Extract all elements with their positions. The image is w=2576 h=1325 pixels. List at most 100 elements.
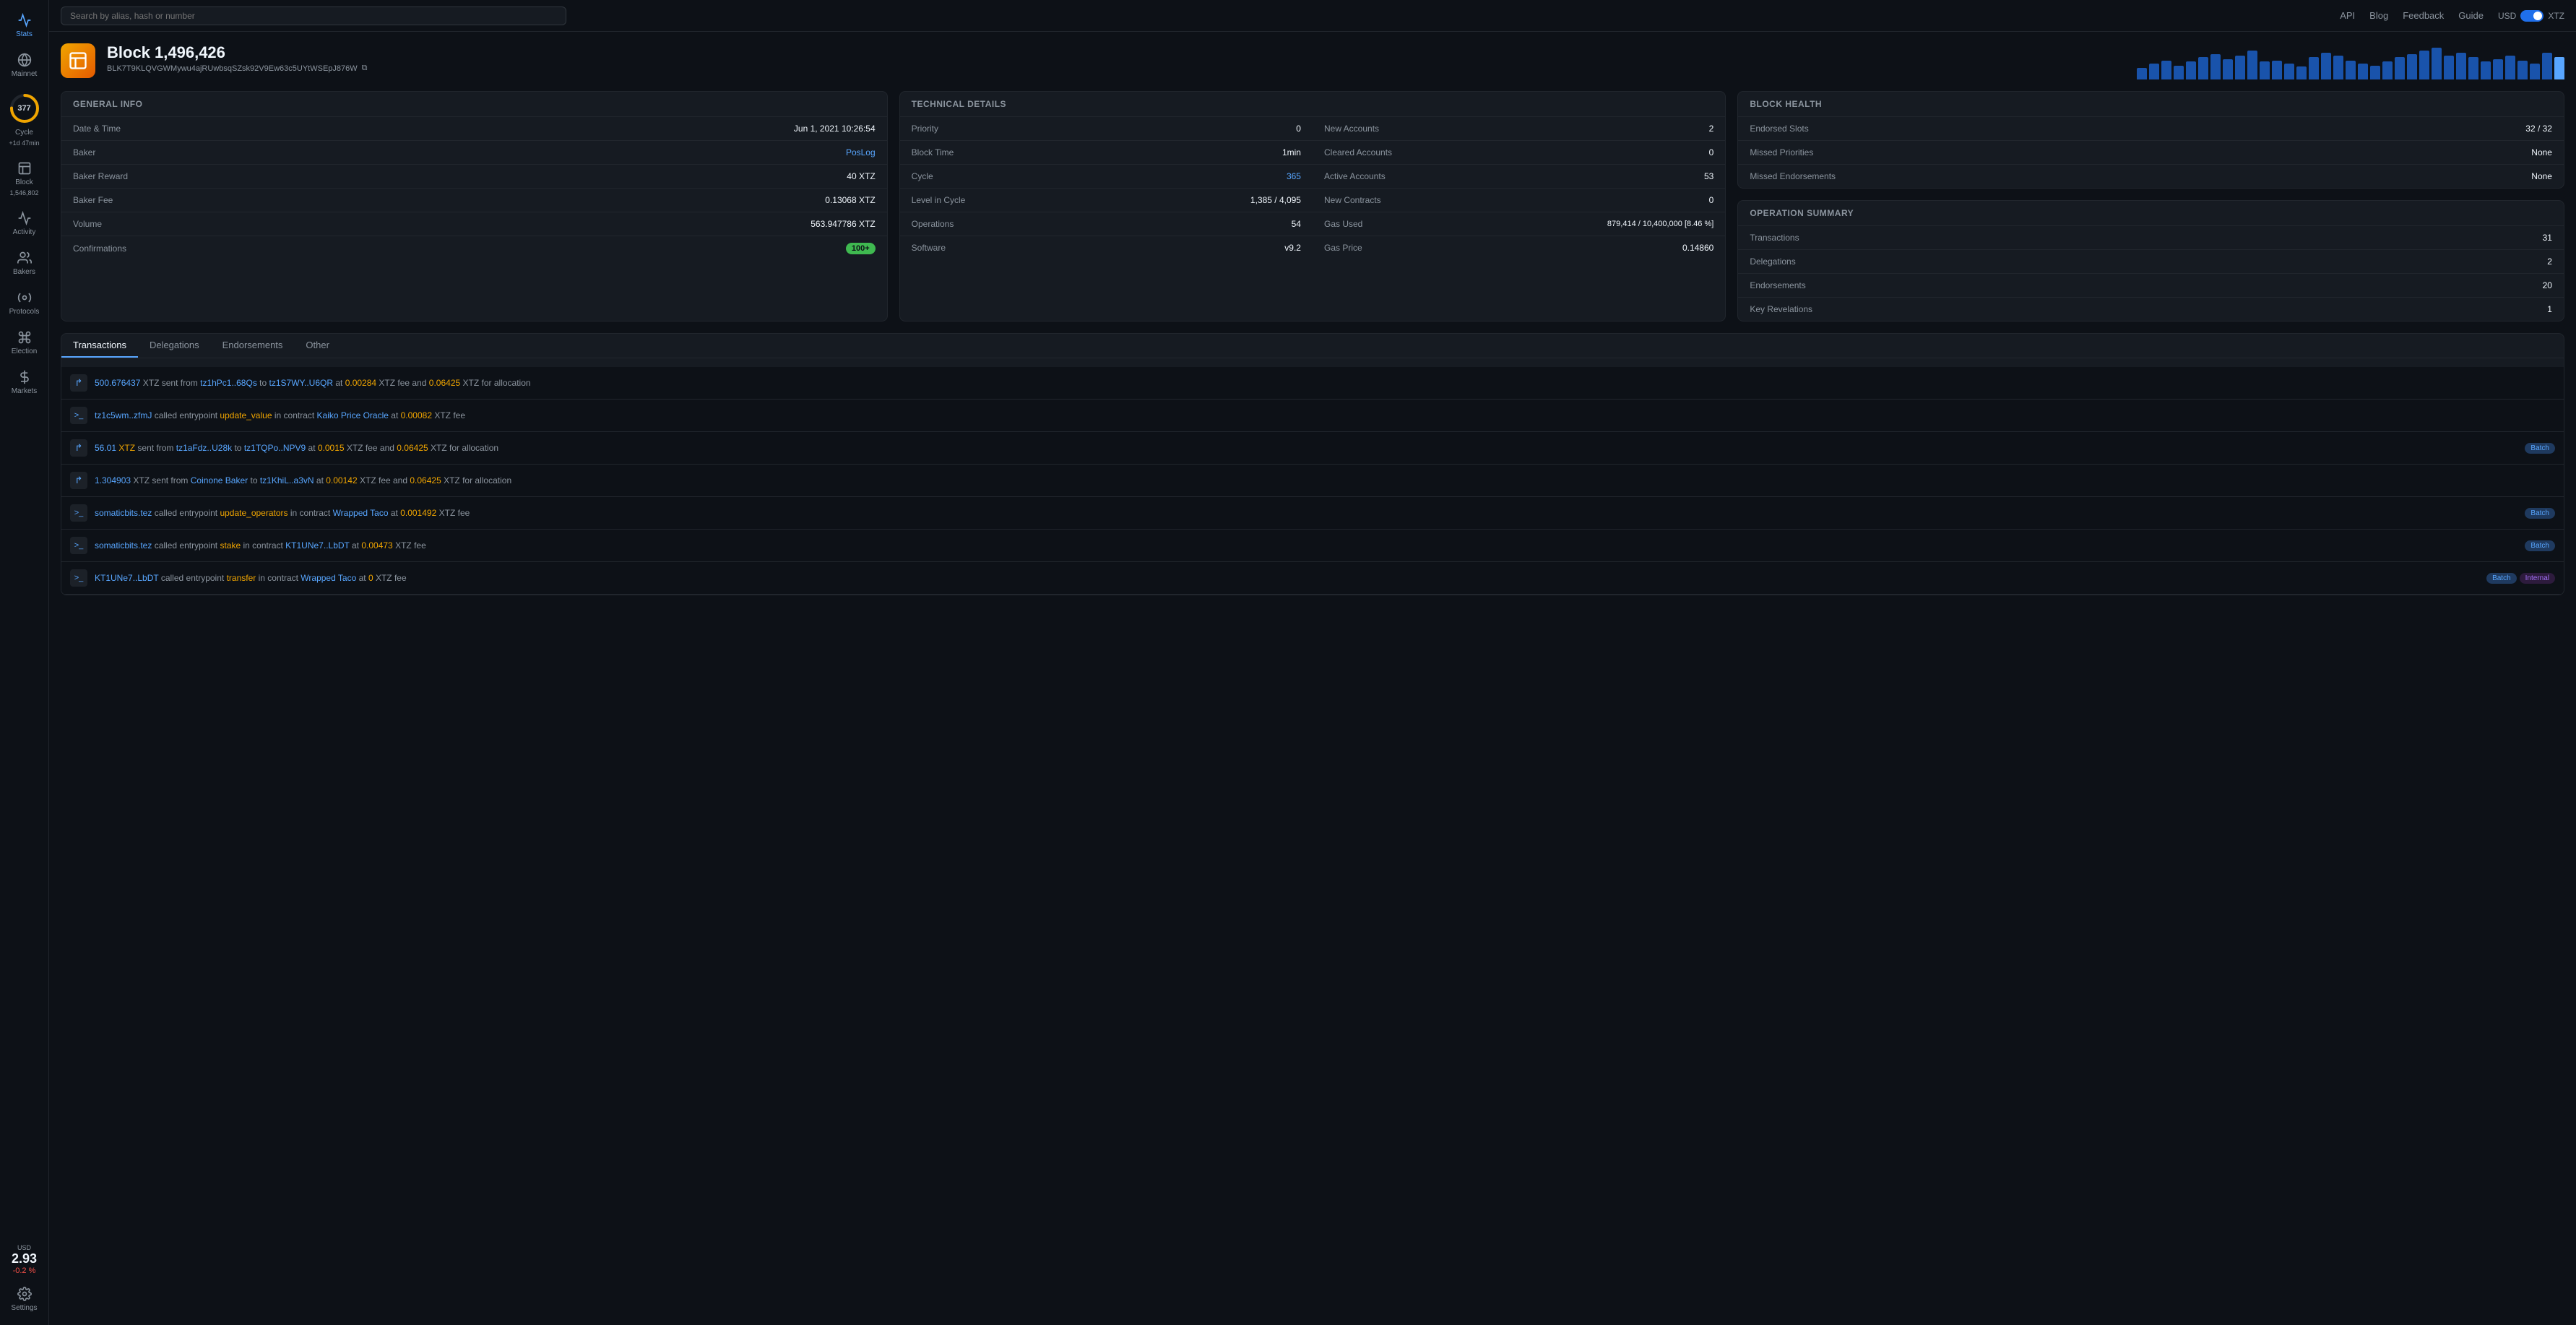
date-label: Date & Time <box>73 124 121 134</box>
tx-caller[interactable]: somaticbits.tez <box>95 540 152 551</box>
tx-amount[interactable]: 1.304903 <box>95 475 131 485</box>
baker-value[interactable]: PosLog <box>846 147 876 157</box>
nav-guide[interactable]: Guide <box>2458 10 2484 21</box>
block-chart <box>2137 43 2564 79</box>
transaction-list: ↱ 500.676437 XTZ sent from tz1hPc1..68Qs… <box>61 367 2564 595</box>
priority-value: 0 <box>1296 124 1301 134</box>
block-title-area: Block 1,496,426 BLK7T9KLQVGWMywu4ajRUwbs… <box>107 43 2125 73</box>
tab-other[interactable]: Other <box>294 334 341 358</box>
cycle-value[interactable]: 365 <box>1287 171 1301 181</box>
volume-label: Volume <box>73 219 102 229</box>
chart-bar <box>2161 61 2171 79</box>
endorsements-op-value: 20 <box>2543 280 2552 290</box>
tx-contract[interactable]: Kaiko Price Oracle <box>317 410 389 420</box>
chart-bar <box>2198 57 2208 79</box>
sidebar-item-protocols[interactable]: Protocols <box>3 285 46 321</box>
endorsements-op-label: Endorsements <box>1750 280 1805 290</box>
tx-caller[interactable]: KT1UNe7..LbDT <box>95 573 158 583</box>
currency-toggle[interactable]: USD XTZ <box>2498 10 2564 22</box>
nav-feedback[interactable]: Feedback <box>2403 10 2444 21</box>
tx-content: 1.304903 XTZ sent from Coinone Baker to … <box>95 474 2548 487</box>
copy-hash-button[interactable]: ⧉ <box>362 64 368 73</box>
tx-contract[interactable]: KT1UNe7..LbDT <box>285 540 349 551</box>
usd-price-widget: USD 2.93 -0.2 % <box>3 1238 46 1281</box>
tx-content: KT1UNe7..LbDT called entrypoint transfer… <box>95 571 2479 584</box>
sidebar-item-markets[interactable]: Markets <box>3 364 46 401</box>
tx-to[interactable]: tz1S7WY..U6QR <box>269 378 333 388</box>
cycle-row: Cycle 365 <box>900 165 1313 189</box>
sidebar-label-mainnet: Mainnet <box>12 70 38 78</box>
chart-bar <box>2444 56 2454 79</box>
transfer-icon: ↱ <box>70 472 87 489</box>
chart-bar <box>2186 61 2196 79</box>
chart-bar <box>2517 61 2528 79</box>
tx-amount[interactable]: 500.676437 <box>95 378 140 388</box>
tx-caller[interactable]: somaticbits.tez <box>95 508 152 518</box>
tab-transactions[interactable]: Transactions <box>61 334 138 358</box>
gas-used-row: Gas Used 879,414 / 10,400,000 [8.46 %] <box>1313 212 1725 236</box>
chart-bar <box>2456 53 2466 79</box>
search-input[interactable] <box>61 7 566 25</box>
tx-to[interactable]: tz1KhiL..a3vN <box>260 475 314 485</box>
chart-bar <box>2419 51 2429 79</box>
block-health-panel: Block Health Endorsed Slots 32 / 32 Miss… <box>1737 91 2564 189</box>
tx-from[interactable]: tz1hPc1..68Qs <box>200 378 257 388</box>
batch-badge: Batch <box>2525 508 2555 519</box>
nav-api[interactable]: API <box>2340 10 2355 21</box>
sidebar-item-settings[interactable]: Settings <box>3 1281 46 1318</box>
sidebar-item-mainnet[interactable]: Mainnet <box>3 47 46 84</box>
tx-amount[interactable]: 56.01 <box>95 443 116 453</box>
table-row: >_ somaticbits.tez called entrypoint upd… <box>61 497 2564 530</box>
nav-blog[interactable]: Blog <box>2369 10 2388 21</box>
sidebar-item-block[interactable]: Block 1,546,802 <box>3 155 46 202</box>
cycle-sublabel: +1d 47min <box>9 139 39 147</box>
contract-icon: >_ <box>70 504 87 522</box>
transactions-op-row: Transactions 31 <box>1738 226 2564 250</box>
tx-from[interactable]: tz1aFdz..U28k <box>176 443 232 453</box>
topnav: API Blog Feedback Guide USD XTZ <box>49 0 2576 32</box>
missed-priorities-label: Missed Priorities <box>1750 147 1813 157</box>
tx-contract[interactable]: Wrapped Taco <box>333 508 389 518</box>
block-health-title: Block Health <box>1738 92 2564 117</box>
chart-bar <box>2149 64 2159 79</box>
gas-price-row: Gas Price 0.14860 <box>1313 236 1725 259</box>
tx-caller[interactable]: tz1c5wm..zfmJ <box>95 410 152 420</box>
chart-bar <box>2272 61 2282 79</box>
missed-priorities-value: None <box>2531 147 2552 157</box>
sidebar-item-bakers[interactable]: Bakers <box>3 245 46 282</box>
general-info-title: General Info <box>61 92 887 117</box>
tab-delegations[interactable]: Delegations <box>138 334 211 358</box>
topnav-links: API Blog Feedback Guide USD XTZ <box>2340 10 2564 22</box>
chart-bar <box>2210 54 2221 79</box>
endorsed-slots-value: 32 / 32 <box>2525 124 2552 134</box>
baker-row: Baker PosLog <box>61 141 887 165</box>
currency-xtz: XTZ <box>2548 11 2564 21</box>
chart-bar <box>2542 53 2552 79</box>
confirmations-row: Confirmations 100+ <box>61 236 887 261</box>
gas-used-label: Gas Used <box>1324 219 1362 229</box>
endorsed-slots-label: Endorsed Slots <box>1750 124 1808 134</box>
sidebar-item-election[interactable]: Election <box>3 324 46 361</box>
usd-change: -0.2 % <box>9 1266 40 1275</box>
currency-toggle-switch[interactable] <box>2520 10 2543 22</box>
sidebar-item-stats[interactable]: Stats <box>3 7 46 44</box>
operation-summary-title: Operation Summary <box>1738 201 2564 226</box>
baker-reward-row: Baker Reward 40 XTZ <box>61 165 887 189</box>
priority-label: Priority <box>912 124 938 134</box>
sidebar-item-activity[interactable]: Activity <box>3 205 46 242</box>
key-revelations-op-label: Key Revelations <box>1750 304 1812 314</box>
tab-endorsements[interactable]: Endorsements <box>211 334 295 358</box>
sidebar-label-markets: Markets <box>12 387 38 395</box>
chart-bar <box>2247 51 2257 79</box>
sidebar-item-cycle[interactable]: 377 Cycle +1d 47min <box>3 87 46 152</box>
block-hash: BLK7T9KLQVGWMywu4ajRUwbsqSZsk92V9Ew63c5U… <box>107 64 2125 73</box>
level-cycle-label: Level in Cycle <box>912 195 966 205</box>
tx-to[interactable]: tz1TQPo..NPV9 <box>244 443 306 453</box>
cleared-accounts-label: Cleared Accounts <box>1324 147 1392 157</box>
tx-from[interactable]: Coinone Baker <box>191 475 248 485</box>
software-label: Software <box>912 243 946 253</box>
sidebar: Stats Mainnet 377 Cycle +1d 47min Block … <box>0 0 49 1325</box>
baker-reward-value: 40 XTZ <box>847 171 875 181</box>
operations-row: Operations 54 <box>900 212 1313 236</box>
tx-contract[interactable]: Wrapped Taco <box>301 573 356 583</box>
